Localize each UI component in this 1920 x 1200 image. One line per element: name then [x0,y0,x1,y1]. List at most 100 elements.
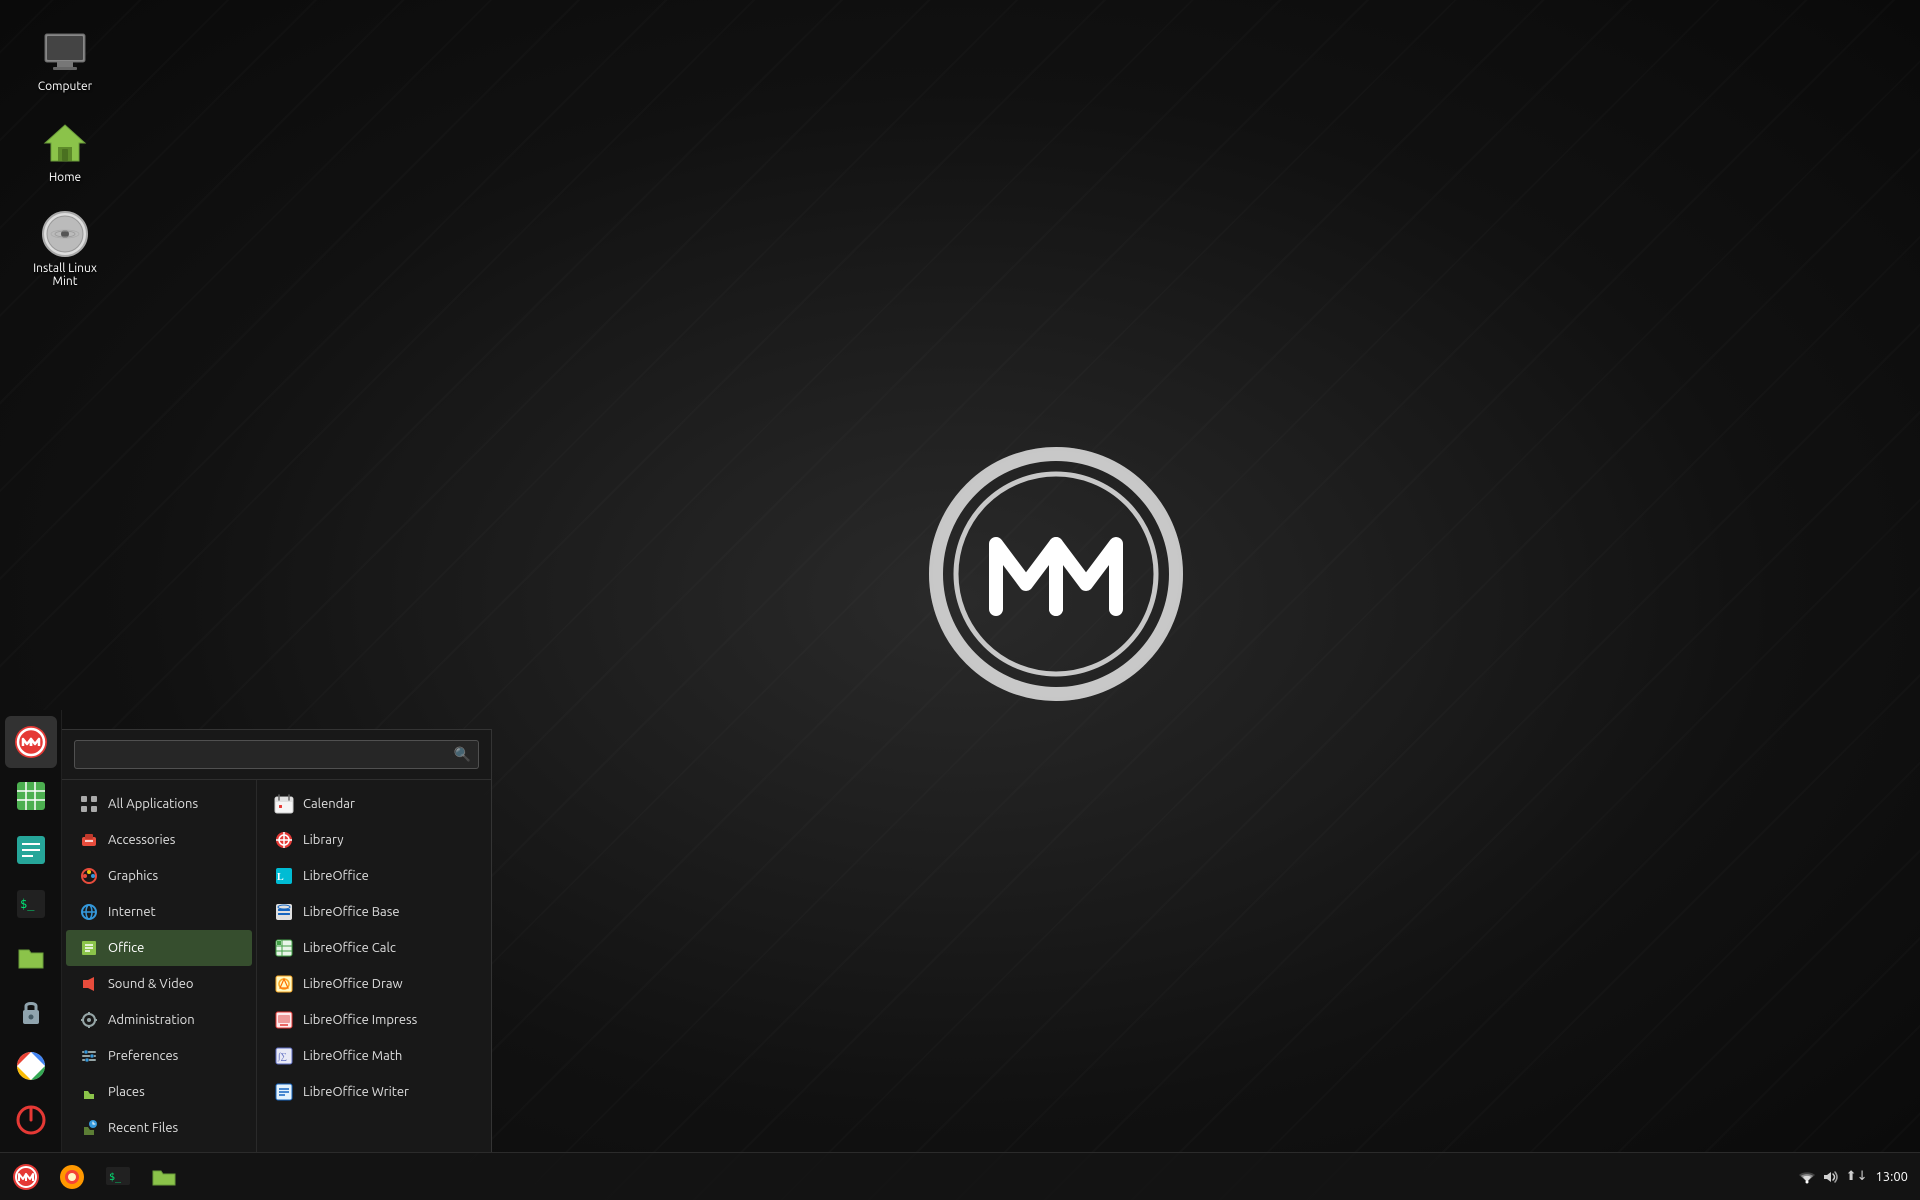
app-libreoffice-calc-label: LibreOffice Calc [303,941,396,955]
category-administration-label: Administration [108,1013,195,1027]
category-internet[interactable]: Internet [66,894,252,930]
category-all-applications[interactable]: All Applications [66,786,252,822]
sidebar-mintmenu-button[interactable] [5,716,57,768]
category-office-label: Office [108,941,144,955]
category-places[interactable]: Places [66,1074,252,1110]
taskbar-firefox-button[interactable] [50,1155,94,1199]
sidebar-notes-button[interactable] [5,824,57,876]
install-icon-label: Install Linux Mint [28,262,102,288]
svg-text:∫∑: ∫∑ [277,1051,287,1062]
app-libreoffice[interactable]: L LibreOffice [261,858,487,894]
internet-icon [78,901,100,923]
category-accessories[interactable]: Accessories [66,822,252,858]
category-accessories-label: Accessories [108,833,175,847]
lodraw-app-icon [273,973,295,995]
taskbar-terminal-button[interactable]: $_ [96,1155,140,1199]
app-libreoffice-writer[interactable]: LibreOffice Writer [261,1074,487,1110]
localc-app-icon [273,937,295,959]
volume-icon[interactable] [1822,1168,1840,1186]
taskbar-clock[interactable]: 13:00 [1875,1170,1908,1184]
app-libreoffice-impress-label: LibreOffice Impress [303,1013,417,1027]
desktop-icon-computer[interactable]: Computer [20,20,110,101]
calendar-app-icon [273,793,295,815]
computer-icon-label: Computer [38,80,92,93]
taskbar-right: ⬆↓ 13:00 [1786,1168,1920,1186]
places-icon [78,1081,100,1103]
desktop-icon-install[interactable]: Install Linux Mint [20,202,110,296]
taskbar-menu-button[interactable] [4,1155,48,1199]
sidebar-browser-button[interactable] [5,1040,57,1092]
menu-apps-panel: Calendar Library [257,780,491,1152]
app-libreoffice-math[interactable]: ∫∑ LibreOffice Math [261,1038,487,1074]
home-icon-label: Home [49,171,81,184]
network-icon[interactable] [1798,1168,1816,1186]
recent-files-icon [78,1117,100,1139]
app-libreoffice-draw-label: LibreOffice Draw [303,977,403,991]
all-apps-icon [78,793,100,815]
search-input[interactable] [74,740,479,769]
home-icon [41,119,89,167]
mint-logo [926,444,1186,704]
taskbar-files-button[interactable] [142,1155,186,1199]
sidebar-lock-button[interactable] [5,986,57,1038]
category-recent-label: Recent Files [108,1121,178,1135]
lowriter-app-icon [273,1081,295,1103]
category-recent-files[interactable]: Recent Files [66,1110,252,1146]
category-places-label: Places [108,1085,145,1099]
svg-text:$_: $_ [20,897,35,911]
category-office[interactable]: Office [66,930,252,966]
search-button[interactable]: 🔍 [454,746,471,763]
app-sidebar: $_ [0,710,62,1152]
svg-text:$_: $_ [109,1172,122,1183]
sidebar-terminal-button[interactable]: $_ [5,878,57,930]
app-libreoffice-writer-label: LibreOffice Writer [303,1085,409,1099]
taskbar: $_ [0,1152,1920,1200]
sidebar-spreadsheet-button[interactable] [5,770,57,822]
computer-icon [41,28,89,76]
app-library-label: Library [303,833,343,847]
menu-categories: All Applications Accessories [62,780,257,1152]
category-sound-video[interactable]: Sound & Video [66,966,252,1002]
app-menu: 🔍 All Applications [62,729,492,1152]
sidebar-power-button[interactable] [5,1094,57,1146]
lobase-app-icon [273,901,295,923]
category-preferences[interactable]: Preferences [66,1038,252,1074]
category-internet-label: Internet [108,905,156,919]
office-icon [78,937,100,959]
app-libreoffice-calc[interactable]: LibreOffice Calc [261,930,487,966]
loimpress-app-icon [273,1009,295,1031]
sound-video-icon [78,973,100,995]
category-sound-video-label: Sound & Video [108,977,194,991]
lomath-app-icon: ∫∑ [273,1045,295,1067]
category-administration[interactable]: Administration [66,1002,252,1038]
app-libreoffice-draw[interactable]: LibreOffice Draw [261,966,487,1002]
taskbar-left: $_ [0,1155,190,1199]
category-all-label: All Applications [108,797,198,811]
app-libreoffice-base-label: LibreOffice Base [303,905,400,919]
graphics-icon [78,865,100,887]
accessories-icon [78,829,100,851]
app-libreoffice-base[interactable]: LibreOffice Base [261,894,487,930]
install-icon [41,210,89,258]
app-calendar-label: Calendar [303,797,355,811]
desktop: Computer Home [0,0,1920,1200]
desktop-icons-area: Computer Home [20,20,110,296]
desktop-icon-home[interactable]: Home [20,111,110,192]
app-libreoffice-label: LibreOffice [303,869,369,883]
users-icon[interactable]: ⬆↓ [1846,1169,1868,1184]
administration-icon [78,1009,100,1031]
menu-body: All Applications Accessories [62,780,491,1152]
library-app-icon [273,829,295,851]
app-library[interactable]: Library [261,822,487,858]
category-preferences-label: Preferences [108,1049,178,1063]
sidebar-files-button[interactable] [5,932,57,984]
app-libreoffice-impress[interactable]: LibreOffice Impress [261,1002,487,1038]
tray-icons: ⬆↓ [1798,1168,1868,1186]
libreoffice-app-icon: L [273,865,295,887]
svg-text:L: L [277,872,284,883]
category-graphics[interactable]: Graphics [66,858,252,894]
search-bar: 🔍 [62,730,491,780]
app-calendar[interactable]: Calendar [261,786,487,822]
app-libreoffice-math-label: LibreOffice Math [303,1049,402,1063]
preferences-icon [78,1045,100,1067]
